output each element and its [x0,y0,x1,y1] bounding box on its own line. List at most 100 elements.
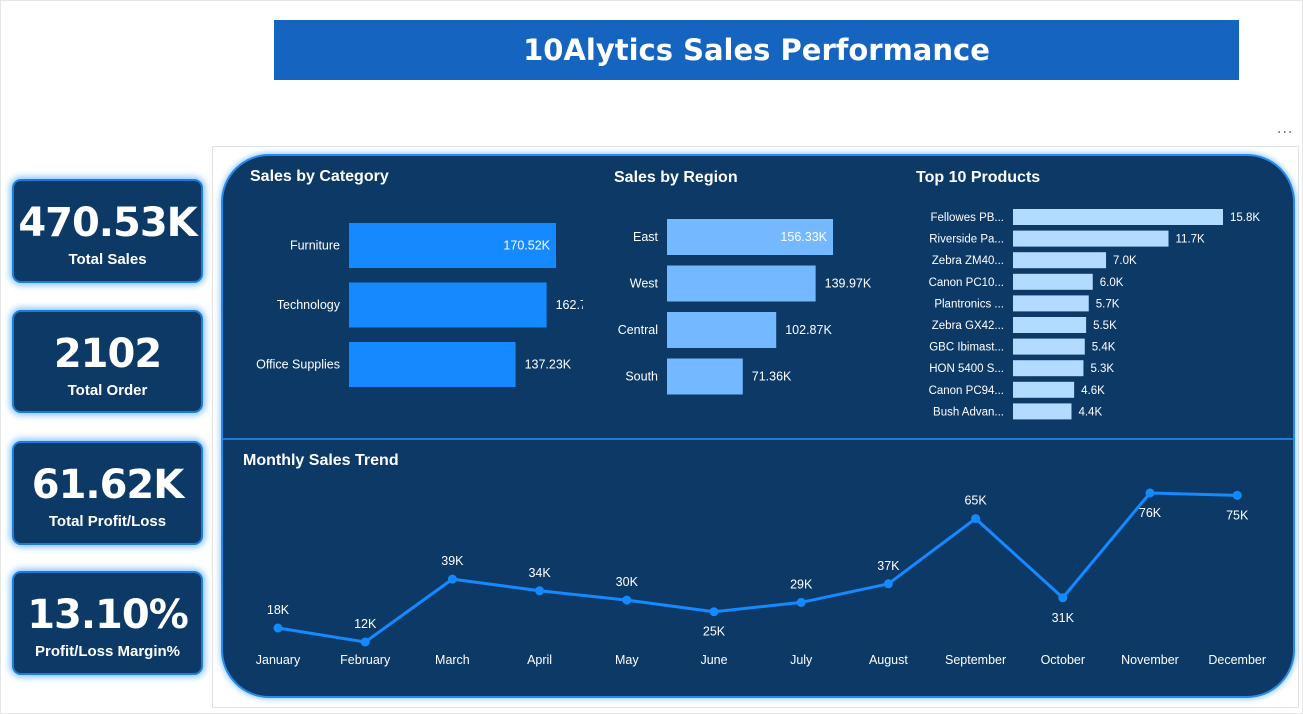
region-label: South [625,370,658,384]
kpi-label: Profit/Loss Margin% [34,643,180,660]
product-value-label: 4.4K [1078,406,1102,418]
product-value-label: 6.0K [1100,277,1124,289]
category-label: Technology [277,298,341,312]
trend-value-label: 31K [1052,611,1075,625]
month-axis-label: March [435,653,470,667]
region-value-label: 102.87K [785,323,832,337]
trend-point [622,595,632,605]
product-value-label: 15.8K [1230,212,1260,224]
region-label: East [633,230,659,244]
category-value-label: 137.23K [525,358,572,372]
trend-value-label: 12K [354,617,377,631]
region-bar [667,358,743,395]
kpi-label: Total Order [67,382,148,399]
kpi-label: Total Sales [68,251,147,268]
dashboard-title: 10Alytics Sales Performance [274,20,1239,80]
product-label: Zebra GX42... [932,320,1004,332]
trend-chart-title: Monthly Sales Trend [243,452,399,469]
month-axis-label: May [615,653,639,667]
product-bar [1013,209,1223,225]
product-label: HON 5400 S... [929,363,1004,375]
month-axis-label: April [527,653,552,667]
more-options-icon[interactable]: ... [1277,121,1293,137]
product-bar [1013,273,1093,290]
monthly-sales-trend-chart: 18K January 12K February 39K March 34K April 30K… [256,488,1266,667]
trend-point [1232,490,1242,500]
top-products-chart: Fellowes PB... 15.8K Riverside Pa... 11.7K Z… [929,209,1260,420]
kpi-card-total-sales[interactable]: 470.53K Total Sales [12,179,203,283]
product-value-label: 7.0K [1113,255,1137,267]
product-bar [1013,403,1072,420]
kpi-card-profit-loss-margin[interactable]: 13.10% Profit/Loss Margin% [12,571,203,675]
kpi-label: Total Profit/Loss [48,513,167,530]
trend-value-label: 30K [616,575,639,589]
category-chart-title: Sales by Category [250,168,389,185]
month-axis-label: December [1208,653,1266,667]
trend-line [277,491,1238,644]
region-value-label: 139.97K [825,277,872,291]
trend-point [1145,488,1155,498]
region-label: Central [618,323,658,337]
trend-value-label: 75K [1226,508,1249,522]
trend-value-label: 18K [267,603,290,617]
charts-panel: Sales by Category Sales by Region Top 10… [221,154,1295,698]
products-chart-title: Top 10 Products [916,169,1041,186]
trend-value-label: 25K [703,625,726,639]
category-label: Furniture [290,239,340,253]
trend-value-label: 37K [877,559,900,573]
month-axis-label: August [869,653,908,667]
product-label: Canon PC94... [929,385,1004,397]
trend-value-label: 29K [790,577,813,591]
region-bar [667,312,777,348]
category-bar [349,342,516,387]
month-axis-label: January [256,653,301,667]
product-value-label: 4.6K [1081,385,1105,397]
trend-value-label: 76K [1139,506,1162,520]
trend-point [971,514,981,524]
product-bar [1013,252,1107,269]
product-value-label: 5.7K [1096,298,1120,310]
kpi-value: 13.10% [27,592,189,638]
trend-value-label: 65K [964,494,987,508]
month-axis-label: February [340,653,391,667]
product-bar [1013,230,1169,247]
product-bar [1013,295,1089,312]
kpi-value: 61.62K [31,462,185,508]
product-value-label: 11.7K [1176,234,1206,246]
kpi-card-total-order[interactable]: 2102 Total Order [12,310,203,413]
month-axis-label: July [790,653,813,667]
product-bar [1013,360,1084,377]
kpi-value: 2102 [53,331,162,377]
product-label: Bush Advan... [933,406,1004,418]
region-label: West [630,277,659,291]
dashboard-page: 10Alytics Sales Performance ... 470.53K … [0,0,1303,714]
month-axis-label: November [1121,653,1179,667]
month-axis-label: September [945,653,1006,667]
region-value-label: 71.36K [752,370,792,384]
month-axis-label: October [1041,653,1085,667]
trend-point [709,607,719,617]
trend-point [273,623,283,633]
region-value-label: 156.33K [780,230,827,244]
product-label: Fellowes PB... [931,212,1005,224]
product-value-label: 5.5K [1093,320,1117,332]
product-value-label: 5.3K [1090,363,1114,375]
region-chart-title: Sales by Region [614,169,738,186]
product-label: GBC Ibimast... [929,342,1004,354]
sales-by-category-chart: Furniture 170.52K Technology 162.78K Office … [256,223,583,387]
product-label: Zebra ZM40... [932,255,1004,267]
product-label: Plantronics ... [934,298,1004,310]
trend-point [360,637,370,647]
trend-point [535,586,545,596]
product-bar [1013,338,1085,355]
trend-value-label: 39K [441,554,464,568]
category-value-label: 170.52K [503,239,550,253]
region-bar [667,265,816,302]
product-label: Riverside Pa... [929,234,1004,246]
trend-value-label: 34K [528,566,551,580]
product-value-label: 5.4K [1092,342,1116,354]
kpi-value: 470.53K [18,200,197,246]
trend-point [447,574,457,584]
kpi-card-total-profit-loss[interactable]: 61.62K Total Profit/Loss [12,441,203,545]
month-axis-label: June [700,653,727,667]
